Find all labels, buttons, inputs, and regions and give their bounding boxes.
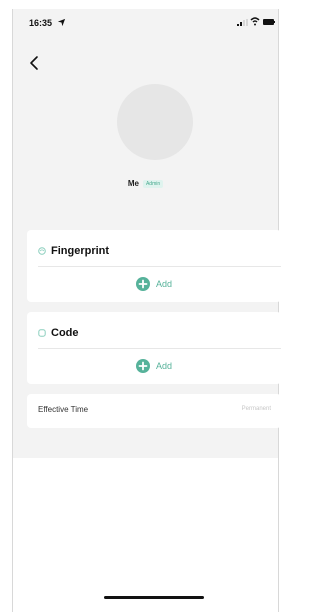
effective-time-label: Effective Time bbox=[38, 405, 89, 414]
admin-badge: Admin bbox=[142, 179, 164, 188]
fingerprint-title-row: Fingerprint bbox=[38, 244, 109, 258]
add-fingerprint-label: Add bbox=[155, 279, 172, 289]
profile-name: Me bbox=[127, 179, 139, 188]
plus-icon bbox=[135, 277, 150, 291]
battery-icon bbox=[263, 19, 275, 25]
effective-time-row[interactable]: Effective Time Permanent bbox=[27, 394, 281, 428]
fingerprint-card: Fingerprint Add bbox=[27, 230, 281, 302]
chevron-left-icon bbox=[30, 56, 38, 70]
back-button[interactable] bbox=[27, 54, 43, 72]
signal-icon bbox=[237, 19, 248, 26]
status-bar: 16:35 bbox=[13, 9, 278, 33]
fingerprint-icon bbox=[38, 247, 46, 255]
code-divider bbox=[38, 348, 281, 349]
code-card: Code Add bbox=[27, 312, 281, 384]
effective-time-value: Permanent bbox=[241, 406, 271, 412]
code-icon bbox=[38, 329, 46, 337]
avatar bbox=[117, 84, 193, 160]
code-title-row: Code bbox=[38, 326, 79, 340]
empty-lower-area bbox=[13, 458, 278, 612]
add-fingerprint-button[interactable]: Add bbox=[27, 277, 281, 291]
wifi-icon bbox=[250, 17, 260, 26]
home-indicator bbox=[104, 596, 204, 599]
fingerprint-title: Fingerprint bbox=[51, 245, 110, 257]
plus-icon bbox=[135, 359, 150, 373]
profile-name-row: Me Admin bbox=[13, 179, 278, 188]
add-code-label: Add bbox=[155, 361, 172, 371]
status-time: 16:35 bbox=[29, 18, 53, 28]
phone-screen: 16:35 Me Admin Fingerprint Add Code Add … bbox=[12, 9, 281, 612]
add-code-button[interactable]: Add bbox=[27, 359, 281, 373]
location-arrow-icon bbox=[57, 18, 66, 27]
code-title: Code bbox=[51, 327, 79, 339]
fingerprint-divider bbox=[38, 266, 281, 267]
